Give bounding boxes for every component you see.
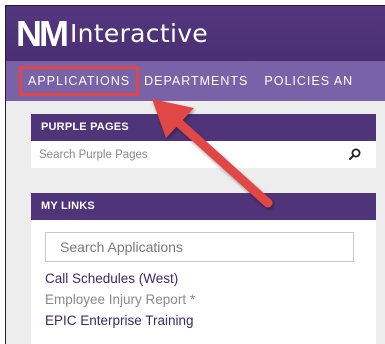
my-links-list: Call Schedules (West) Employee Injury Re… bbox=[45, 268, 362, 331]
purple-pages-title: PURPLE PAGES bbox=[31, 114, 376, 141]
main-nav: APPLICATIONS DEPARTMENTS POLICIES AN bbox=[6, 61, 385, 101]
app-window: NM Interactive APPLICATIONS DEPARTMENTS … bbox=[5, 5, 385, 344]
applications-search-input[interactable] bbox=[60, 239, 340, 255]
my-links-body: Call Schedules (West) Employee Injury Re… bbox=[31, 220, 376, 331]
nav-policies[interactable]: POLICIES AN bbox=[256, 74, 361, 88]
my-links-title: MY LINKS bbox=[31, 193, 376, 220]
top-header: NM Interactive bbox=[6, 6, 385, 61]
content-area: PURPLE PAGES MY LINKS Call Schedules (W bbox=[6, 101, 385, 344]
logo-text: Interactive bbox=[70, 19, 208, 48]
purple-pages-search-input[interactable] bbox=[39, 148, 319, 161]
nav-departments[interactable]: DEPARTMENTS bbox=[136, 74, 256, 88]
purple-pages-panel: PURPLE PAGES bbox=[31, 114, 376, 168]
link-call-schedules-west[interactable]: Call Schedules (West) bbox=[45, 268, 362, 289]
link-employee-injury-report[interactable]: Employee Injury Report * bbox=[45, 289, 362, 310]
brand-logo[interactable]: NM Interactive bbox=[16, 15, 208, 53]
my-links-panel: MY LINKS Call Schedules (West) Employee … bbox=[31, 193, 376, 344]
link-epic-enterprise-training[interactable]: EPIC Enterprise Training bbox=[45, 310, 362, 331]
search-icon[interactable] bbox=[348, 147, 362, 161]
purple-pages-search bbox=[31, 141, 376, 168]
nav-applications[interactable]: APPLICATIONS bbox=[18, 66, 140, 96]
logo-mark: NM bbox=[16, 13, 69, 54]
applications-search bbox=[45, 232, 354, 262]
